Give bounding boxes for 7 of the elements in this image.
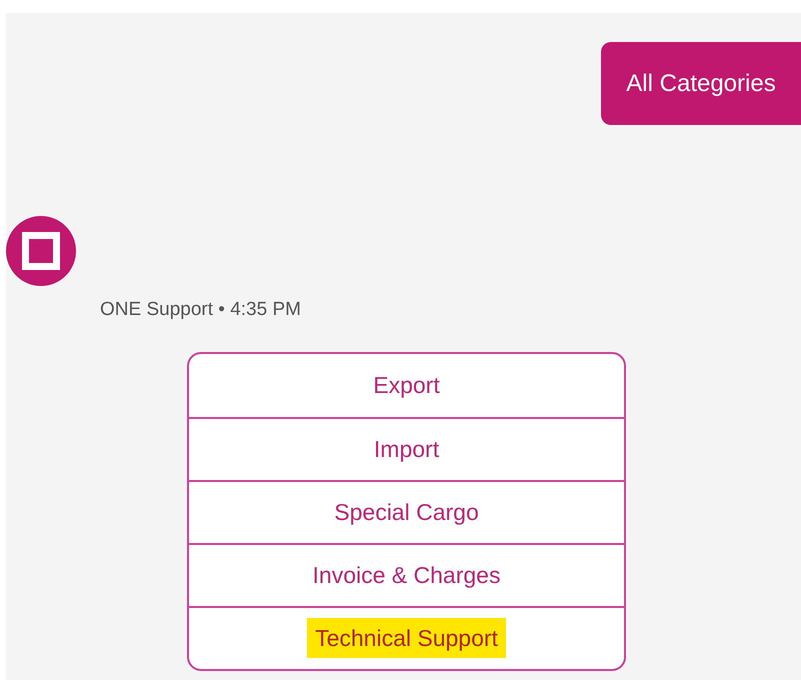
option-button[interactable]: Special Cargo bbox=[189, 480, 624, 542]
message-caption: ONE Support • 4:35 PM bbox=[100, 298, 301, 322]
option-button[interactable]: Import bbox=[189, 416, 624, 480]
option-button[interactable]: Technical Support bbox=[189, 606, 624, 668]
message-bubble: All Categories bbox=[601, 42, 801, 125]
option-button[interactable]: Invoice & Charges bbox=[189, 542, 624, 606]
option-button[interactable]: Export bbox=[189, 354, 624, 416]
